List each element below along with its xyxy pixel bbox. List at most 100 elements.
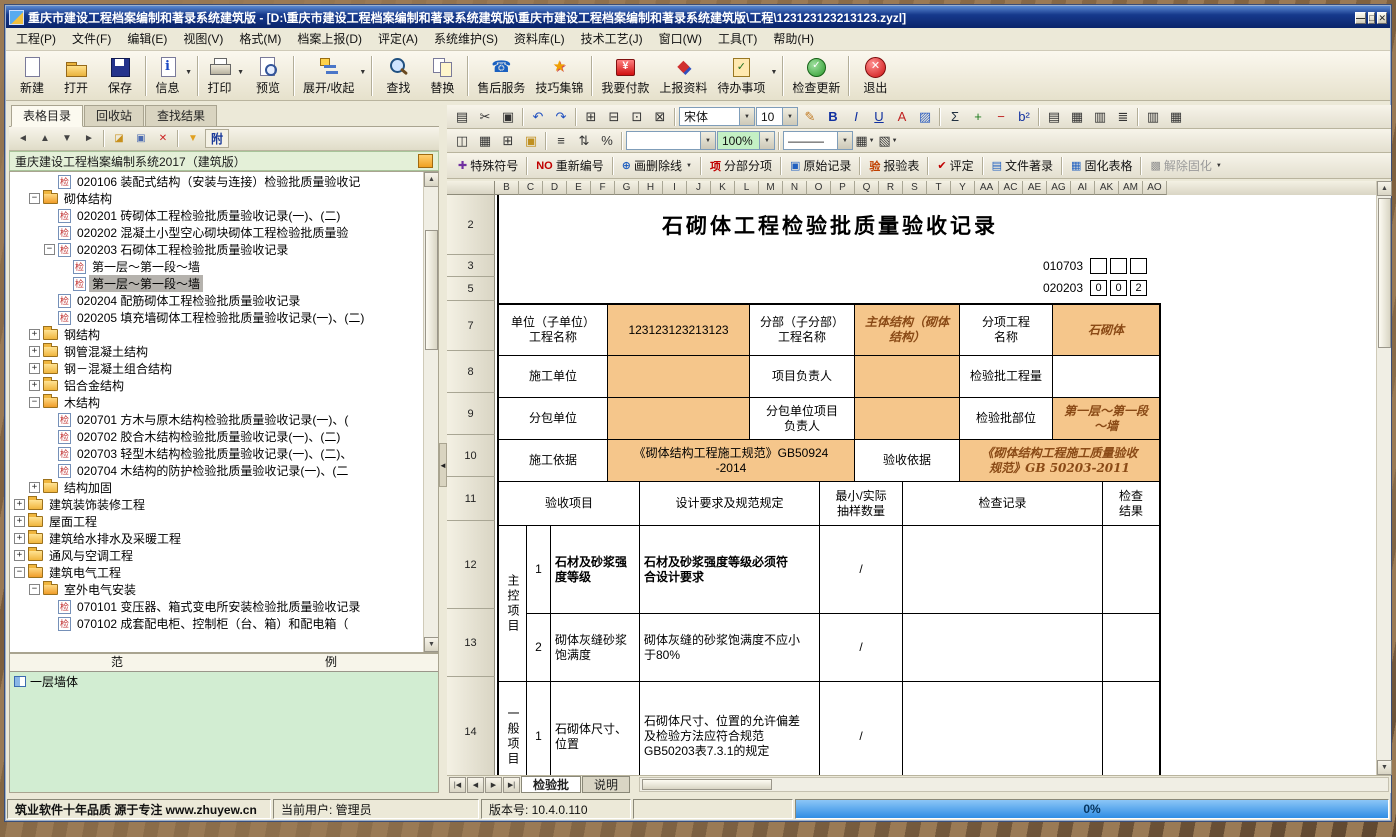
insert-col-icon[interactable]: ⊡ bbox=[626, 107, 648, 127]
cut-icon[interactable]: ✂ bbox=[474, 107, 496, 127]
expand-toggle-icon[interactable]: − bbox=[29, 193, 40, 204]
code-box[interactable] bbox=[1130, 258, 1147, 274]
column-header[interactable]: AK bbox=[1095, 181, 1119, 195]
dropdown-arrow-icon[interactable]: ▼ bbox=[185, 69, 192, 76]
align-right-icon[interactable]: ▥ bbox=[1089, 107, 1111, 127]
format-painter-icon[interactable]: ✎ bbox=[799, 107, 821, 127]
columns-icon[interactable]: ▥ bbox=[1142, 107, 1164, 127]
italic-icon[interactable]: I bbox=[845, 107, 867, 127]
nav-down-icon[interactable]: ▼ bbox=[57, 129, 77, 148]
column-header[interactable]: L bbox=[735, 181, 759, 195]
combo-dropdown-icon[interactable]: ▼ bbox=[837, 132, 852, 149]
original-record-button[interactable]: ▣原始记录 bbox=[783, 155, 858, 177]
column-header[interactable]: S bbox=[903, 181, 927, 195]
column-header[interactable]: H bbox=[639, 181, 663, 195]
tree-item[interactable]: −木结构 bbox=[10, 394, 423, 411]
column-header[interactable]: AC bbox=[999, 181, 1023, 195]
menu-item[interactable]: 资料库(L) bbox=[506, 28, 573, 50]
expand-toggle-icon[interactable]: − bbox=[29, 397, 40, 408]
column-header[interactable]: C bbox=[519, 181, 543, 195]
assess-button[interactable]: ✔评定 bbox=[930, 155, 980, 177]
expand-toggle-icon[interactable]: + bbox=[29, 329, 40, 340]
expand-toggle-icon[interactable]: + bbox=[29, 346, 40, 357]
delete-col-icon[interactable]: ⊠ bbox=[649, 107, 671, 127]
underline-icon[interactable]: U bbox=[868, 107, 890, 127]
upload-button[interactable]: 上报资料 bbox=[654, 53, 712, 99]
fill-color-icon[interactable]: ▨ bbox=[914, 107, 936, 127]
column-header[interactable]: F bbox=[591, 181, 615, 195]
percent-icon[interactable]: % bbox=[596, 131, 618, 151]
collapse-panel-icon[interactable]: ◄ bbox=[439, 443, 447, 487]
new-button[interactable]: 新建 bbox=[10, 53, 54, 99]
scroll-down-icon[interactable]: ▼ bbox=[424, 637, 439, 652]
nav-up-icon[interactable]: ▲ bbox=[35, 129, 55, 148]
row-header[interactable]: 13 bbox=[447, 609, 495, 677]
sheet-hscrollbar[interactable] bbox=[639, 777, 1389, 792]
filter-icon[interactable]: ▼ bbox=[183, 129, 203, 148]
expand-toggle-icon[interactable]: − bbox=[14, 567, 25, 578]
dropdown-arrow-icon[interactable]: ▼ bbox=[359, 69, 366, 76]
font-size-select[interactable]: 10▼ bbox=[756, 107, 798, 126]
delete-node-icon[interactable]: ✕ bbox=[153, 129, 173, 148]
inspection-form-button[interactable]: 验报验表 bbox=[862, 155, 926, 177]
menu-item[interactable]: 档案上报(D) bbox=[289, 28, 370, 50]
scrollbar-thumb[interactable] bbox=[425, 230, 438, 350]
tree-item[interactable]: 检070101 变压器、箱式变电所安装检验批质量验收记录 bbox=[10, 598, 423, 615]
form-record-cell[interactable] bbox=[902, 613, 1102, 681]
pattern-style-icon[interactable]: ▧▼ bbox=[877, 131, 899, 151]
info-button[interactable]: 信息▼ bbox=[150, 53, 194, 99]
subtract-icon[interactable]: − bbox=[990, 107, 1012, 127]
menu-item[interactable]: 评定(A) bbox=[370, 28, 426, 50]
grid-icon[interactable]: ▦ bbox=[1165, 107, 1187, 127]
column-header[interactable]: T bbox=[927, 181, 951, 195]
todo-button[interactable]: 待办事项▼ bbox=[712, 53, 779, 99]
scrollbar-thumb[interactable] bbox=[1378, 198, 1391, 348]
replace-button[interactable]: 替换 bbox=[420, 53, 464, 99]
font-color-icon[interactable]: A bbox=[891, 107, 913, 127]
sheet-grid[interactable]: 石砌体工程检验批质量验收记录 010703020203002 单位（子单位） 工… bbox=[495, 195, 1376, 775]
menu-item[interactable]: 帮助(H) bbox=[765, 28, 822, 50]
scroll-up-icon[interactable]: ▲ bbox=[1377, 181, 1392, 196]
column-header[interactable]: AG bbox=[1047, 181, 1071, 195]
tree-item[interactable]: 检020701 方木与原木结构检验批质量验收记录(一)、( bbox=[10, 411, 423, 428]
open-button[interactable]: 打开 bbox=[54, 53, 98, 99]
sheet-vscrollbar[interactable]: ▲ ▼ bbox=[1376, 181, 1391, 775]
column-header[interactable]: P bbox=[831, 181, 855, 195]
maximize-button[interactable]: □ bbox=[1368, 12, 1375, 24]
sheet-tab-说明[interactable]: 说明 bbox=[582, 776, 630, 793]
expand-toggle-icon[interactable]: + bbox=[14, 550, 25, 561]
menu-item[interactable]: 编辑(E) bbox=[119, 28, 175, 50]
example-item[interactable]: 一层墙体 bbox=[10, 672, 438, 691]
find-button[interactable]: 查找 bbox=[376, 53, 420, 99]
subitem-button[interactable]: 项分部分项 bbox=[703, 155, 779, 177]
row-header[interactable]: 5 bbox=[447, 277, 495, 301]
row-header[interactable]: 2 bbox=[447, 195, 495, 255]
select-all-corner[interactable] bbox=[447, 181, 495, 195]
column-header[interactable]: M bbox=[759, 181, 783, 195]
redo-icon[interactable]: ↷ bbox=[550, 107, 572, 127]
tree-item[interactable]: 检020202 混凝土小型空心砌块砌体工程检验批质量验 bbox=[10, 224, 423, 241]
zoom-select[interactable]: 100%▼ bbox=[717, 131, 775, 150]
combo-dropdown-icon[interactable]: ▼ bbox=[700, 132, 715, 149]
border-all-icon[interactable]: ⊞ bbox=[497, 131, 519, 151]
save-button[interactable]: 保存 bbox=[98, 53, 142, 99]
menu-item[interactable]: 窗口(W) bbox=[651, 28, 710, 50]
form-value-cell[interactable]: 第一层～第一段 ～墙 bbox=[1052, 397, 1159, 439]
page-setup-icon[interactable]: ▤ bbox=[451, 107, 473, 127]
tree-item[interactable]: 检第一层～第一段～墙 bbox=[10, 275, 423, 292]
sheet-nav-icon[interactable]: ▶| bbox=[503, 777, 520, 793]
style-select[interactable]: ▼ bbox=[626, 131, 716, 150]
menu-item[interactable]: 文件(F) bbox=[64, 28, 119, 50]
form-result-cell[interactable] bbox=[1102, 681, 1159, 775]
undo-icon[interactable]: ↶ bbox=[527, 107, 549, 127]
row-height-icon[interactable]: ≡ bbox=[550, 131, 572, 151]
tree-item[interactable]: 检020704 木结构的防护检验批质量验收记录(一)、(二 bbox=[10, 462, 423, 479]
tree-root-header[interactable]: 重庆建设工程档案编制系统2017（建筑版） bbox=[9, 151, 439, 171]
menu-item[interactable]: 技术工艺(J) bbox=[573, 28, 651, 50]
menu-item[interactable]: 工程(P) bbox=[8, 28, 64, 50]
menu-item[interactable]: 格式(M) bbox=[231, 28, 289, 50]
column-header[interactable]: E bbox=[567, 181, 591, 195]
column-header[interactable]: I bbox=[663, 181, 687, 195]
tree-item[interactable]: +钢－混凝土组合结构 bbox=[10, 360, 423, 377]
sheet-nav-icon[interactable]: |◀ bbox=[449, 777, 466, 793]
